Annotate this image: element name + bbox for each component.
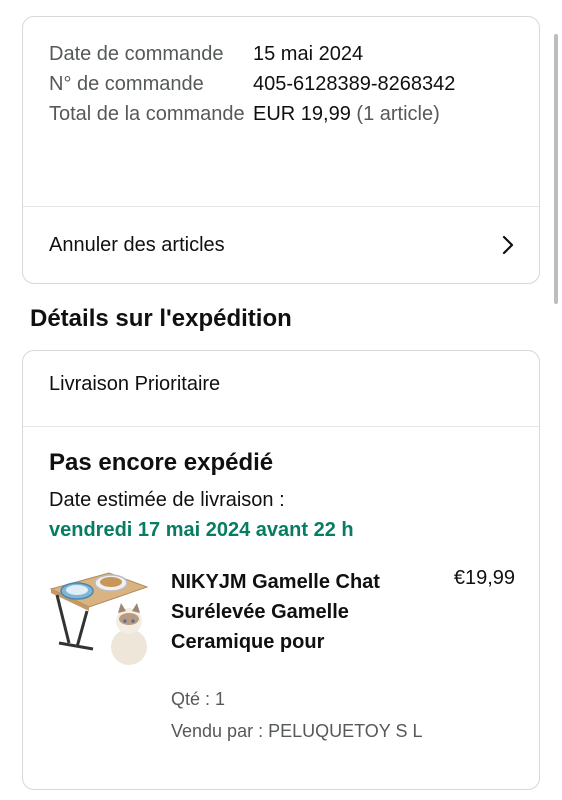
cancel-items-button[interactable]: Annuler des articles <box>23 207 539 283</box>
shipment-card: Livraison Prioritaire Pas encore expédié… <box>22 350 540 790</box>
order-total-items: (1 article) <box>356 103 440 125</box>
product-price: €19,99 <box>453 567 515 589</box>
delivery-estimate-date: vendredi 17 mai 2024 avant 22 h <box>49 519 354 541</box>
order-total-value: EUR 19,99 <box>253 103 351 125</box>
chevron-right-icon <box>502 235 514 255</box>
order-total-value-group: EUR 19,99 (1 article) <box>253 99 440 129</box>
cancel-items-label: Annuler des articles <box>49 233 225 256</box>
product-quantity: Qté : 1 <box>171 689 226 709</box>
shipping-method: Livraison Prioritaire <box>49 373 221 395</box>
order-info-table: Date de commande 15 mai 2024 N° de comma… <box>49 39 519 129</box>
order-date-row: Date de commande 15 mai 2024 <box>49 39 519 69</box>
order-total-label: Total de la commande <box>49 103 245 125</box>
order-date-value: 15 mai 2024 <box>253 43 364 65</box>
order-number-label: N° de commande <box>49 73 204 95</box>
shipment-divider <box>23 426 539 427</box>
shipping-section-title: Détails sur l'expédition <box>30 305 292 332</box>
product-seller: Vendu par : PELUQUETOY S L <box>171 721 423 741</box>
order-total-row: Total de la commande EUR 19,99 (1 articl… <box>49 99 519 129</box>
scrollbar[interactable] <box>554 34 558 304</box>
product-title-link[interactable]: NIKYJM Gamelle Chat Surélevée Gamelle Ce… <box>171 567 391 657</box>
order-date-label: Date de commande <box>49 43 224 65</box>
order-details-page: Date de commande 15 mai 2024 N° de comma… <box>0 0 562 800</box>
order-summary-card: Date de commande 15 mai 2024 N° de comma… <box>22 16 540 284</box>
order-number-value: 405-6128389-8268342 <box>253 73 456 95</box>
order-number-row: N° de commande 405-6128389-8268342 <box>49 69 519 99</box>
shipment-status: Pas encore expédié <box>49 449 274 476</box>
delivery-estimate-label: Date estimée de livraison : <box>49 489 285 511</box>
product-image[interactable] <box>47 563 151 667</box>
